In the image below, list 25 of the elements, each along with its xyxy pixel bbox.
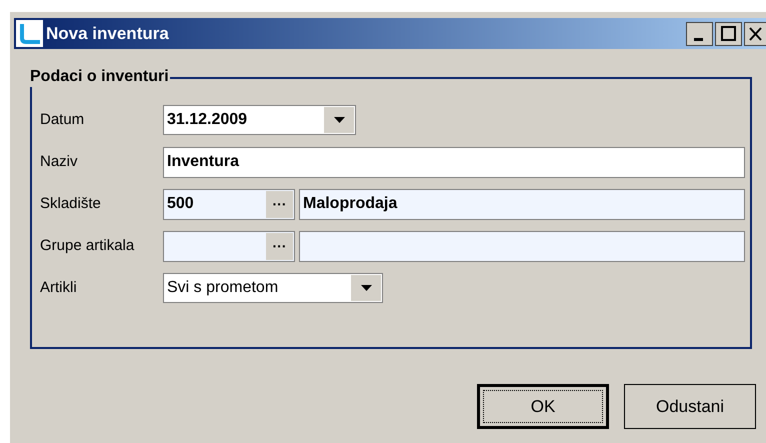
minimize-icon[interactable] <box>686 22 713 46</box>
caret-icon <box>334 117 344 123</box>
code-field[interactable]: ··· <box>163 230 295 262</box>
group-title: Podaci o inventuri <box>30 67 170 87</box>
field-label: Artikli <box>40 278 78 298</box>
caret-icon <box>360 285 372 291</box>
field-label: Skladište <box>40 194 102 214</box>
field-label: Grupe artikala <box>40 236 136 256</box>
dropdown-field[interactable]: 31.12.2009 <box>163 105 356 135</box>
app-logo-icon <box>16 20 43 47</box>
field-label: Datum <box>40 110 86 130</box>
cancel-button[interactable]: Odustani <box>624 384 756 429</box>
dropdown-button[interactable] <box>324 107 354 133</box>
field-label: Naziv <box>40 152 79 172</box>
name-field: Maloprodaja <box>299 188 745 220</box>
dropdown-button[interactable] <box>351 275 381 301</box>
browse-button[interactable]: ··· <box>266 190 293 218</box>
code-field[interactable]: 500 ··· <box>163 188 295 220</box>
window-title: Nova inventura <box>46 22 169 45</box>
browse-button[interactable]: ··· <box>266 232 293 260</box>
maximize-icon[interactable] <box>715 22 742 46</box>
dropdown-field[interactable]: Svi s prometom <box>163 273 383 303</box>
close-icon[interactable] <box>744 22 766 46</box>
input-field[interactable]: Inventura <box>163 146 745 178</box>
ok-button[interactable]: OK <box>477 384 609 429</box>
